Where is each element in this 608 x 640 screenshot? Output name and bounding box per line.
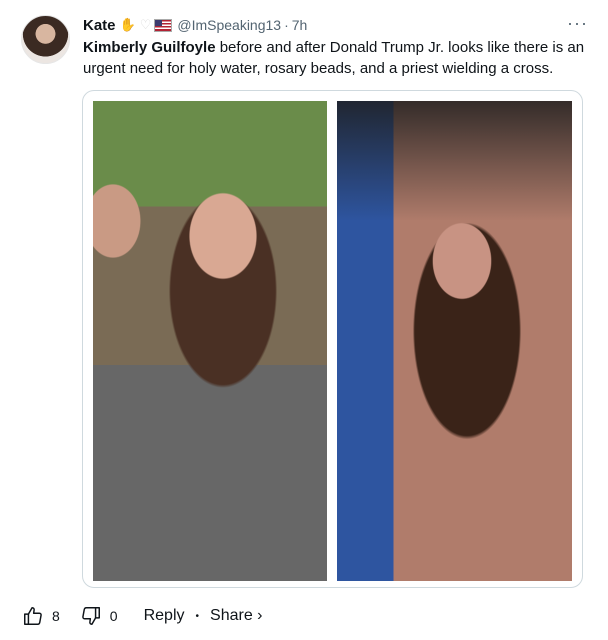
share-button[interactable]: Share › bbox=[210, 607, 262, 625]
dislike-count: 0 bbox=[109, 608, 118, 624]
thumbs-down-icon bbox=[81, 607, 100, 625]
us-flag-icon bbox=[154, 18, 173, 32]
dislike-button[interactable]: 0 bbox=[80, 605, 118, 627]
photo-before[interactable] bbox=[93, 101, 327, 581]
post-text-bold: Kimberly Guilfoyle bbox=[83, 39, 216, 56]
raised-hand-icon: ✋ bbox=[119, 17, 136, 32]
media-card[interactable] bbox=[82, 90, 583, 588]
separator-dot: · bbox=[284, 17, 289, 33]
action-bar: 8 0 Reply • Share › bbox=[22, 604, 588, 628]
reply-button[interactable]: Reply bbox=[144, 607, 185, 625]
post-header: Kate ✋ ♡ @ImSpeaking13 · 7h ··· bbox=[83, 13, 588, 35]
avatar[interactable] bbox=[21, 15, 70, 64]
action-separator: • bbox=[195, 610, 200, 622]
like-count: 8 bbox=[52, 608, 60, 624]
post-time[interactable]: 7h bbox=[292, 17, 308, 33]
author-name[interactable]: Kate bbox=[83, 17, 116, 34]
thumbs-up-icon bbox=[24, 607, 42, 625]
more-options-icon[interactable]: ··· bbox=[567, 13, 588, 34]
author-handle[interactable]: @ImSpeaking13 bbox=[177, 17, 281, 33]
photo-after[interactable] bbox=[337, 101, 572, 581]
heart-icon: ♡ bbox=[139, 17, 152, 32]
post-text: Kimberly Guilfoyle before and after Dona… bbox=[83, 37, 588, 79]
like-button[interactable]: 8 bbox=[22, 605, 60, 627]
